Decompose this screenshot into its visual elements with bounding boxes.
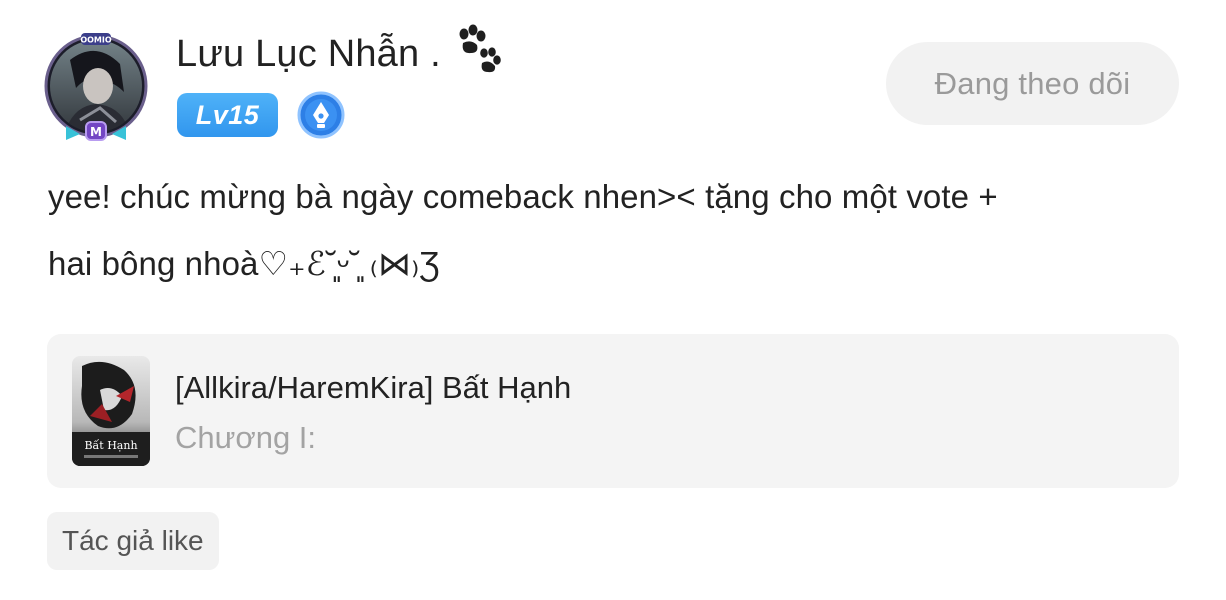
story-cover-image: Bất Hạnh <box>72 356 150 466</box>
comment-text: yee! chúc mừng bà ngày comeback nhen>< t… <box>48 163 1188 297</box>
svg-text:M: M <box>90 125 102 139</box>
author-liked-tag: Tác giả like <box>47 512 219 570</box>
comment-line: yee! chúc mừng bà ngày comeback nhen>< t… <box>48 178 998 215</box>
comment-item: OOMIO M Lưu Lục Nhẫn . Lv15 Đang theo dõ… <box>0 0 1226 600</box>
chapter-title: Chương I: <box>175 420 317 455</box>
story-cover-title: Bất Hạnh <box>84 439 137 452</box>
comment-line: hai bông nhoà♡₊ℰ˘͈ᵕ˘͈ ₍⋈₎Ʒ <box>48 245 440 282</box>
linked-story-card[interactable]: Bất Hạnh [Allkira/HaremKira] Bất Hạnh Ch… <box>47 334 1179 488</box>
paw-print-icon <box>451 23 503 80</box>
level-badge: Lv15 <box>177 93 278 137</box>
username[interactable]: Lưu Lục Nhẫn . <box>176 33 441 76</box>
pen-nib-badge-icon[interactable] <box>296 90 346 140</box>
story-title: [Allkira/HaremKira] Bất Hạnh <box>175 370 572 405</box>
avatar[interactable]: OOMIO M <box>40 30 152 142</box>
username-row: Lưu Lục Nhẫn . <box>176 22 503 86</box>
following-button[interactable]: Đang theo dõi <box>886 42 1179 125</box>
svg-text:OOMIO: OOMIO <box>80 36 112 45</box>
badges: Lv15 <box>177 90 346 140</box>
